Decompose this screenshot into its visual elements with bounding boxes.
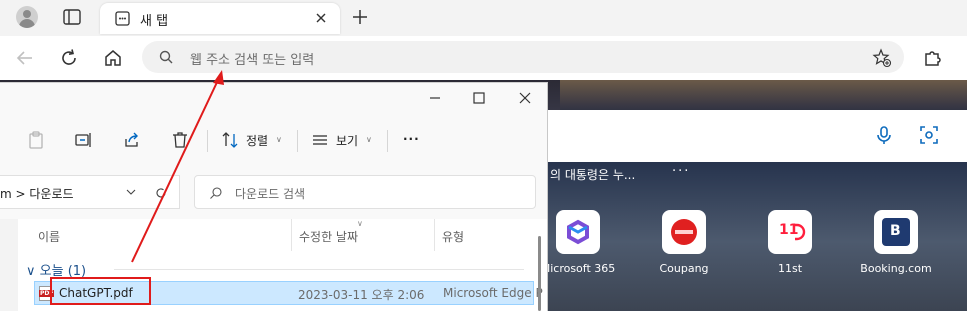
view-button-label[interactable]: 보기 xyxy=(336,132,358,149)
toolbar-divider xyxy=(297,130,298,152)
quick-link-11st[interactable]: 11 11st xyxy=(745,210,835,275)
chevron-down-icon[interactable] xyxy=(126,187,136,197)
view-icon[interactable] xyxy=(310,130,330,150)
refresh-icon[interactable] xyxy=(57,46,81,70)
command-bar: 정렬 ∨ 보기 ∨ ··· xyxy=(0,118,547,160)
profile-icon[interactable] xyxy=(16,6,38,28)
scrollbar[interactable] xyxy=(538,236,541,311)
search-icon xyxy=(159,50,173,64)
browser-tab-bar: 새 탭 xyxy=(0,0,967,36)
quick-link-booking[interactable]: B Booking.com xyxy=(851,210,941,275)
toolbar-divider xyxy=(207,130,208,152)
delete-icon[interactable] xyxy=(170,130,190,150)
back-icon[interactable] xyxy=(13,46,37,70)
annotation-highlight-box xyxy=(50,277,151,305)
favorite-add-icon[interactable] xyxy=(872,48,892,68)
close-icon[interactable] xyxy=(312,9,330,27)
address-bar-row: 웹 주소 검색 또는 입력 xyxy=(0,36,967,80)
window-close-icon[interactable] xyxy=(516,89,534,107)
group-divider xyxy=(114,269,524,270)
address-placeholder: 웹 주소 검색 또는 입력 xyxy=(190,53,315,68)
tab-title: 새 탭 xyxy=(140,14,169,29)
rename-icon[interactable] xyxy=(74,130,94,150)
see-more-button[interactable]: ··· xyxy=(403,132,420,146)
column-divider xyxy=(291,219,292,251)
microsoft-365-icon xyxy=(556,210,600,254)
paste-icon[interactable] xyxy=(26,130,46,150)
chevron-down-icon: ∨ xyxy=(276,135,282,144)
search-input[interactable]: 다운로드 검색 xyxy=(194,175,536,209)
booking-icon: B xyxy=(874,210,918,254)
refresh-icon[interactable] xyxy=(154,186,168,200)
column-divider xyxy=(434,219,435,251)
column-header-name[interactable]: 이름 xyxy=(38,228,60,245)
column-header-modified[interactable]: 수정한 날짜 xyxy=(299,228,358,245)
chevron-down-icon: ∨ xyxy=(366,135,372,144)
column-header-type[interactable]: 유형 xyxy=(442,228,464,245)
coupang-icon xyxy=(662,210,706,254)
ntp-search-box[interactable] xyxy=(548,110,967,162)
search-placeholder: 다운로드 검색 xyxy=(235,187,306,201)
new-tab-grid-icon xyxy=(115,11,130,26)
sort-icon[interactable] xyxy=(220,130,240,150)
file-modified: 2023-03-11 오후 2:06 xyxy=(298,288,425,302)
visual-search-icon[interactable] xyxy=(918,124,940,146)
quick-link-coupang[interactable]: Coupang xyxy=(639,210,729,275)
11st-icon: 11 xyxy=(768,210,812,254)
more-options-button[interactable]: ··· xyxy=(672,164,690,179)
breadcrumb[interactable]: m > 다운로드 xyxy=(0,175,180,209)
address-input[interactable]: 웹 주소 검색 또는 입력 xyxy=(142,41,904,73)
minimize-icon[interactable] xyxy=(426,89,444,107)
file-type: Microsoft Edge P xyxy=(443,286,543,300)
extensions-icon[interactable] xyxy=(922,46,944,68)
share-icon[interactable] xyxy=(122,130,142,150)
microphone-icon[interactable] xyxy=(873,124,895,146)
home-icon[interactable] xyxy=(101,46,125,70)
plus-icon[interactable] xyxy=(350,7,370,27)
tab-actions-icon[interactable] xyxy=(62,8,82,26)
search-icon xyxy=(210,187,222,199)
news-headline[interactable]: 의 대통령은 누... xyxy=(550,166,635,183)
sort-button-label[interactable]: 정렬 xyxy=(246,132,268,149)
breadcrumb-path: m > 다운로드 xyxy=(0,187,74,201)
sort-indicator-icon: ∨ xyxy=(357,219,363,228)
maximize-icon[interactable] xyxy=(470,89,488,107)
tab-new-tab[interactable]: 새 탭 xyxy=(100,3,340,34)
toolbar-divider xyxy=(387,130,388,152)
navigation-pane xyxy=(0,219,18,311)
